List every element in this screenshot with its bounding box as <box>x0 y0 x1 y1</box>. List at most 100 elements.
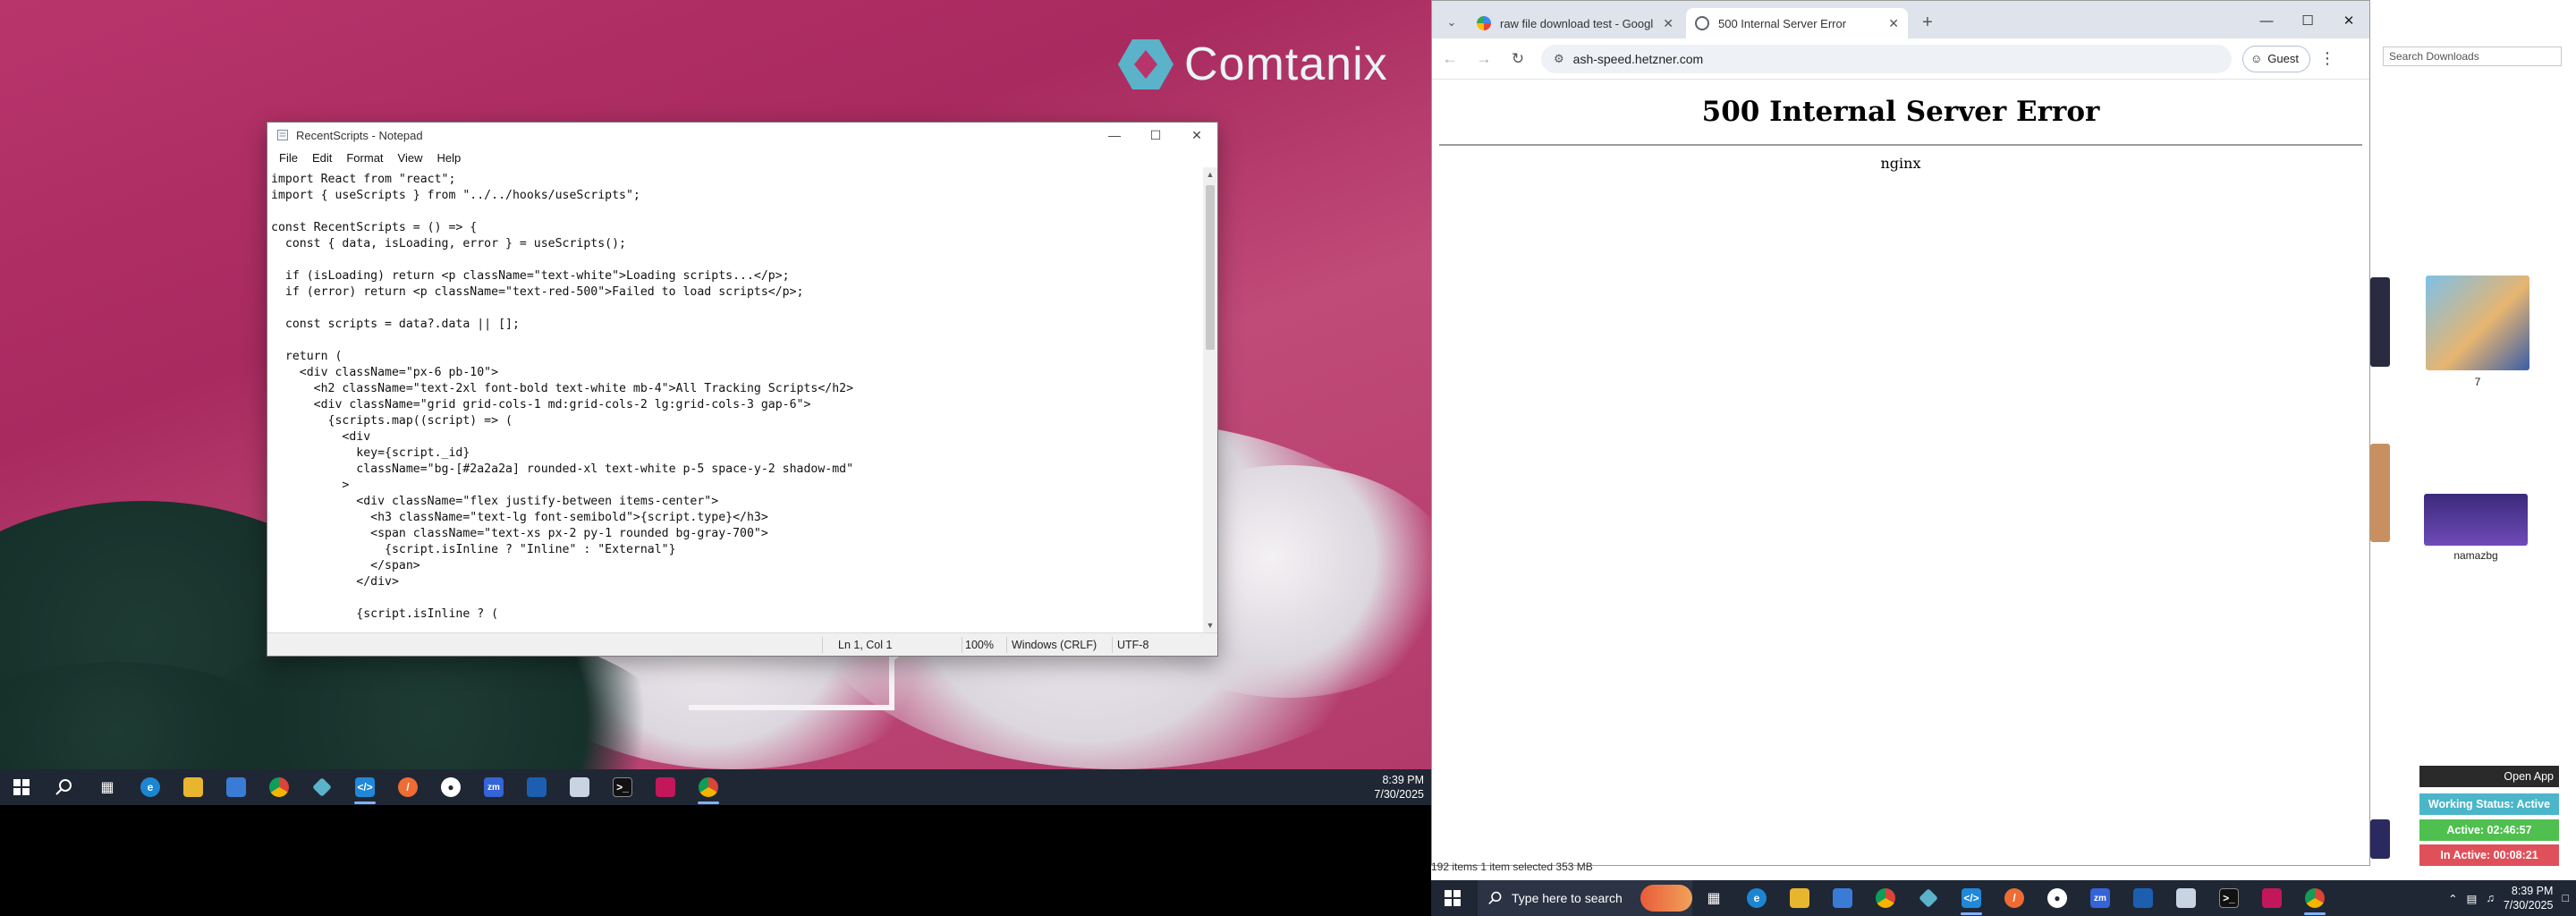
reload-icon[interactable]: ↻ <box>1502 43 1534 75</box>
search-button[interactable] <box>43 769 86 805</box>
pink-app-icon <box>2262 888 2282 908</box>
scrollbar-thumb[interactable] <box>1206 185 1215 350</box>
taskbar-app-bird[interactable] <box>2165 880 2207 916</box>
taskbar-app-bird[interactable] <box>558 769 601 805</box>
minimize-button[interactable]: — <box>1094 123 1135 148</box>
notepad-icon <box>277 130 288 140</box>
clock-date: 7/30/2025 <box>1374 788 1424 801</box>
back-arrow-icon[interactable]: ← <box>1434 43 1466 75</box>
taskbar-app-circle[interactable]: ● <box>2036 880 2079 916</box>
taskbar-postman[interactable]: / <box>386 769 429 805</box>
task-view-button[interactable]: ▦ <box>1692 880 1735 916</box>
taskbar-app-pink[interactable] <box>644 769 687 805</box>
maximize-button[interactable]: ☐ <box>1135 123 1176 148</box>
network-icon[interactable]: ▤ <box>2467 892 2478 905</box>
notepad-titlebar[interactable]: RecentScripts - Notepad — ☐ ✕ <box>267 123 1217 148</box>
taskbar-file-explorer[interactable] <box>172 769 215 805</box>
close-button[interactable]: ✕ <box>1176 123 1217 148</box>
menu-kebab-icon[interactable]: ⋮ <box>2319 49 2335 68</box>
vscode-icon: </> <box>1962 888 1981 908</box>
taskbar-app-blue[interactable] <box>515 769 558 805</box>
taskbar-app-diamond[interactable] <box>301 769 343 805</box>
tab-500-error[interactable]: 500 Internal Server Error ✕ <box>1686 8 1908 38</box>
taskbar-vscode[interactable]: </> <box>343 769 386 805</box>
pink-app-icon <box>656 777 675 797</box>
tab-label: 500 Internal Server Error <box>1718 16 1847 30</box>
taskbar-left: ▦ e </> / ● zm >_ 8:39 PM 7/30/2025 <box>0 769 1431 805</box>
chrome-icon <box>2305 888 2325 908</box>
edge-icon: e <box>140 777 160 797</box>
taskbar-store[interactable] <box>1821 880 1864 916</box>
tab-raw-file-download[interactable]: raw file download test - Googl ✕ <box>1468 8 1682 38</box>
thumbnail-image <box>2370 819 2390 859</box>
site-info-icon[interactable]: ⚙ <box>1554 52 1564 66</box>
error-heading: 500 Internal Server Error <box>1701 96 2100 128</box>
taskbar-chrome-2[interactable] <box>2293 880 2336 916</box>
thumbnail-image[interactable] <box>2426 276 2529 370</box>
address-bar[interactable]: ⚙ ash-speed.hetzner.com <box>1541 44 2232 73</box>
postman-icon: / <box>398 777 418 797</box>
taskbar-chrome[interactable] <box>258 769 301 805</box>
taskbar-store[interactable] <box>215 769 258 805</box>
explorer-search-input[interactable]: Search Downloads <box>2383 47 2562 66</box>
taskbar-search-placeholder: Type here to search <box>1512 891 1623 905</box>
taskbar-app-pink[interactable] <box>2250 880 2293 916</box>
chrome-window[interactable]: ⌄ raw file download test - Googl ✕ 500 I… <box>1431 0 2370 866</box>
thumbnail-image <box>2370 277 2390 367</box>
volume-icon[interactable]: ♫ <box>2486 892 2494 904</box>
taskbar-edge[interactable]: e <box>129 769 172 805</box>
circle-app-icon: ● <box>441 777 461 797</box>
menu-help[interactable]: Help <box>430 151 467 165</box>
profile-guest-button[interactable]: ☺ Guest <box>2242 45 2310 72</box>
taskbar-file-explorer[interactable] <box>1778 880 1821 916</box>
taskbar-app-blue[interactable] <box>2122 880 2165 916</box>
menu-edit[interactable]: Edit <box>306 151 338 165</box>
diamond-app-icon <box>312 777 332 797</box>
vertical-scrollbar[interactable]: ▲ ▼ <box>1203 167 1217 632</box>
menu-file[interactable]: File <box>273 151 304 165</box>
taskbar-zoom[interactable]: zm <box>2079 880 2122 916</box>
taskbar-terminal[interactable]: >_ <box>601 769 644 805</box>
clock-time: 8:39 PM <box>1382 774 1424 786</box>
menu-format[interactable]: Format <box>340 151 389 165</box>
taskbar-app-circle[interactable]: ● <box>429 769 472 805</box>
scroll-down-arrow-icon[interactable]: ▼ <box>1203 618 1217 632</box>
close-button[interactable]: ✕ <box>2328 8 2369 33</box>
taskbar-vscode[interactable]: </> <box>1950 880 1993 916</box>
minimize-button[interactable]: — <box>2246 8 2287 33</box>
tab-search-chevron-icon[interactable]: ⌄ <box>1439 10 1464 35</box>
start-button[interactable] <box>1431 880 1474 916</box>
taskbar-app-diamond[interactable] <box>1907 880 1950 916</box>
blue-app-icon <box>2133 888 2153 908</box>
store-icon <box>1833 888 1852 908</box>
open-app-button[interactable]: Open App <box>2419 766 2559 787</box>
task-view-button[interactable]: ▦ <box>86 769 129 805</box>
notification-icon[interactable]: □ <box>2562 892 2569 904</box>
taskbar-edge[interactable]: e <box>1735 880 1778 916</box>
taskbar-zoom[interactable]: zm <box>472 769 515 805</box>
menu-view[interactable]: View <box>392 151 429 165</box>
tab-close-icon[interactable]: ✕ <box>1888 16 1899 31</box>
taskbar-clock[interactable]: 8:39 PM 7/30/2025 <box>2504 884 2554 912</box>
taskbar-postman[interactable]: / <box>1993 880 2036 916</box>
start-button[interactable] <box>0 769 43 805</box>
maximize-button[interactable]: ☐ <box>2287 8 2328 33</box>
globe-icon <box>1695 16 1709 30</box>
notepad-text-area[interactable]: import React from "react"; import { useS… <box>267 167 1203 632</box>
chevron-up-icon[interactable]: ⌃ <box>2448 892 2457 905</box>
tab-close-icon[interactable]: ✕ <box>1663 16 1674 31</box>
thumbnail-image[interactable] <box>2424 494 2528 546</box>
terminal-icon: >_ <box>613 777 632 797</box>
taskbar-chrome[interactable] <box>1864 880 1907 916</box>
new-tab-plus-icon[interactable]: + <box>1915 10 1940 35</box>
taskbar-clock[interactable]: 8:39 PM 7/30/2025 <box>1374 773 1424 802</box>
scroll-up-arrow-icon[interactable]: ▲ <box>1203 167 1217 182</box>
thumbnail-label: namazbg <box>2453 549 2498 562</box>
address-url: ash-speed.hetzner.com <box>1572 51 1704 66</box>
notepad-content[interactable]: import React from "react"; import { useS… <box>271 172 1203 623</box>
taskbar-search-box[interactable]: Type here to search <box>1478 880 1692 916</box>
taskbar-terminal[interactable]: >_ <box>2207 880 2250 916</box>
forward-arrow-icon[interactable]: → <box>1468 43 1500 75</box>
notepad-window[interactable]: RecentScripts - Notepad — ☐ ✕ File Edit … <box>267 122 1218 657</box>
taskbar-chrome-2[interactable] <box>687 769 730 805</box>
